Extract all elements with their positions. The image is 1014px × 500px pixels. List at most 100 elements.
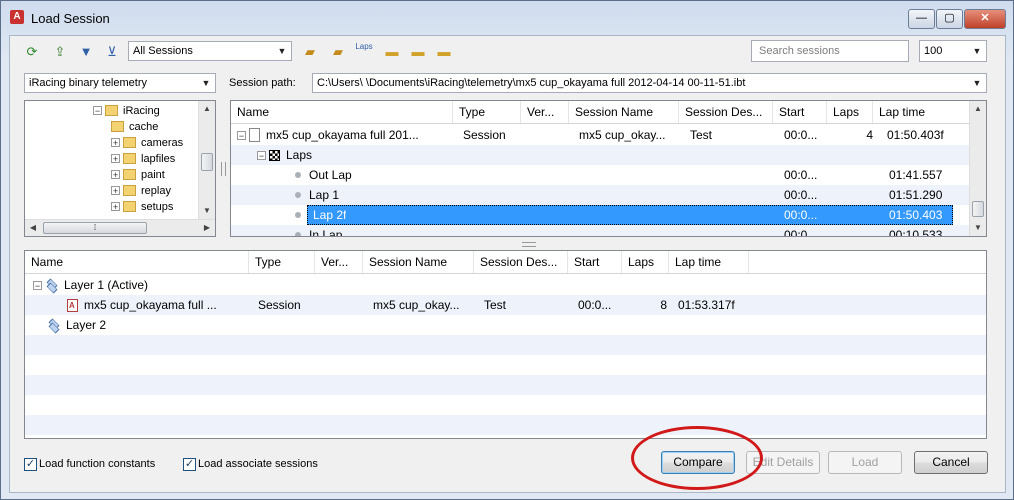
folder-icon: [123, 201, 136, 212]
filter-icon[interactable]: ▼: [76, 42, 96, 62]
lap-row-selected[interactable]: Lap 2f 00:0... 01:50.403: [231, 205, 971, 225]
column-header-version[interactable]: Ver...: [521, 101, 569, 123]
title-bar: A Load Session — ▢ ✕: [1, 1, 1013, 35]
session-row[interactable]: − mx5 cup_okayama full 201... Session mx5…: [231, 125, 971, 145]
tree-item-setups[interactable]: + setups: [111, 199, 173, 215]
clear-filter-icon[interactable]: ⊻: [102, 42, 122, 62]
empty-row: [25, 335, 986, 355]
tree-item-iracing[interactable]: − iRacing: [93, 103, 160, 119]
folder-icon: [123, 169, 136, 180]
collapse-icon[interactable]: −: [257, 151, 266, 161]
laps-group-row[interactable]: − Laps: [231, 145, 971, 165]
lap-start: 00:0...: [784, 208, 818, 222]
horizontal-splitter-grip[interactable]: [522, 242, 536, 247]
tree-item-cameras[interactable]: + cameras: [111, 135, 183, 151]
source-type-combo[interactable]: iRacing binary telemetry ▼: [24, 73, 216, 93]
session-file-icon: [67, 299, 78, 312]
layer-session-row[interactable]: mx5 cup_okayama full ... Session mx5 cup…: [25, 295, 986, 315]
scroll-right-icon[interactable]: ▶: [199, 220, 215, 236]
load-function-constants-checkbox[interactable]: ✓: [24, 458, 37, 471]
expand-icon[interactable]: +: [111, 138, 120, 148]
expand-icon[interactable]: +: [111, 170, 120, 180]
column-header-start[interactable]: Start: [773, 101, 827, 123]
column-header-session-description[interactable]: Session Des...: [474, 251, 568, 273]
load-button[interactable]: Load: [828, 451, 902, 474]
folder-tree-vscroll[interactable]: ▲ ▼: [198, 101, 215, 219]
session-name: mx5 cup_okayama full 201...: [266, 128, 419, 142]
lap-row[interactable]: Lap 1 00:0... 01:51.290: [231, 185, 971, 205]
count-combo[interactable]: 100 ▼: [919, 40, 987, 62]
collapse-icon[interactable]: −: [33, 281, 42, 291]
session-path-label: Session path:: [229, 77, 296, 89]
expand-icon[interactable]: +: [111, 186, 120, 196]
scroll-left-icon[interactable]: ◀: [25, 220, 41, 236]
scroll-down-icon[interactable]: ▼: [199, 203, 215, 219]
vertical-splitter-grip[interactable]: [221, 162, 226, 176]
sessions-table-vscroll[interactable]: ▲ ▼: [969, 101, 986, 236]
search-input[interactable]: Search sessions: [751, 40, 909, 62]
scroll-up-icon[interactable]: ▲: [199, 101, 215, 117]
column-header-type[interactable]: Type: [249, 251, 315, 273]
column-header-session-description[interactable]: Session Des...: [679, 101, 773, 123]
session-filter-combo[interactable]: All Sessions ▼: [128, 41, 292, 61]
scroll-up-icon[interactable]: ▲: [970, 101, 986, 117]
column-header-laps[interactable]: Laps: [622, 251, 669, 273]
open-d-icon[interactable]: ▰: [300, 42, 320, 62]
load-associate-sessions-checkbox[interactable]: ✓: [183, 458, 196, 471]
upload-icon[interactable]: ⇪: [50, 42, 70, 62]
laps-icon-label: Laps: [355, 42, 373, 51]
column-header-lap-time[interactable]: Lap time: [669, 251, 749, 273]
lap-start: 00:0: [784, 228, 808, 237]
document-icon: [249, 128, 260, 142]
column-header-name[interactable]: Name: [231, 101, 453, 123]
tree-item-replay[interactable]: + replay: [111, 183, 171, 199]
scroll-down-icon[interactable]: ▼: [970, 220, 986, 236]
column-header-laps[interactable]: Laps: [827, 101, 873, 123]
red-annotation-circle: [631, 426, 763, 490]
tree-item-label: lapfiles: [141, 153, 176, 165]
expand-icon[interactable]: +: [111, 154, 120, 164]
collapse-icon[interactable]: −: [237, 131, 246, 141]
session-filter-value: All Sessions: [133, 45, 193, 57]
scroll-thumb[interactable]: ⁞: [43, 222, 147, 234]
lap-row[interactable]: Out Lap 00:0... 01:41.557: [231, 165, 971, 185]
new-folder-icon[interactable]: ▬: [408, 42, 428, 62]
layers-icon: [45, 280, 59, 290]
collapse-icon[interactable]: −: [93, 106, 102, 116]
tree-item-label: iRacing: [123, 105, 160, 117]
tree-item-paint[interactable]: + paint: [111, 167, 165, 183]
refresh-icon[interactable]: ⟳: [22, 42, 42, 62]
folder-icon: [111, 121, 124, 132]
cancel-button[interactable]: Cancel: [914, 451, 988, 474]
column-header-session-name[interactable]: Session Name: [363, 251, 474, 273]
layers-table-header: Name Type Ver... Session Name Session De…: [25, 251, 986, 274]
column-header-name[interactable]: Name: [25, 251, 249, 273]
laps-icon[interactable]: Laps: [354, 42, 374, 62]
tree-item-lapfiles[interactable]: + lapfiles: [111, 151, 175, 167]
column-header-session-name[interactable]: Session Name: [569, 101, 679, 123]
scroll-thumb[interactable]: [201, 153, 213, 171]
open-c-icon[interactable]: ▰: [328, 42, 348, 62]
layer-row[interactable]: Layer 2: [25, 315, 986, 335]
session-path-combo[interactable]: C:\Users\ \Documents\iRacing\telemetry\m…: [312, 73, 987, 93]
column-header-lap-time[interactable]: Lap time: [873, 101, 971, 123]
folder-icon[interactable]: ▬: [434, 42, 454, 62]
session-description: Test: [690, 128, 713, 142]
column-header-version[interactable]: Ver...: [315, 251, 363, 273]
column-header-type[interactable]: Type: [453, 101, 521, 123]
session-session-name: mx5 cup_okay...: [579, 128, 666, 142]
scroll-thumb[interactable]: [972, 201, 984, 217]
folder-tree-hscroll[interactable]: ◀ ⁞ ▶: [25, 219, 215, 236]
close-button[interactable]: ✕: [964, 9, 1006, 29]
lap-row[interactable]: In Lap 00:0 00:10.533: [231, 225, 971, 237]
folder-icon: [105, 105, 118, 116]
open-folder-icon[interactable]: ▬: [382, 42, 402, 62]
expand-icon[interactable]: +: [111, 202, 120, 212]
tree-item-cache[interactable]: cache: [111, 119, 158, 135]
maximize-button[interactable]: ▢: [936, 9, 963, 29]
column-header-start[interactable]: Start: [568, 251, 622, 273]
minimize-button[interactable]: —: [908, 9, 935, 29]
empty-row: [25, 415, 986, 435]
layer-row[interactable]: − Layer 1 (Active): [25, 275, 986, 295]
folder-icon: [123, 153, 136, 164]
